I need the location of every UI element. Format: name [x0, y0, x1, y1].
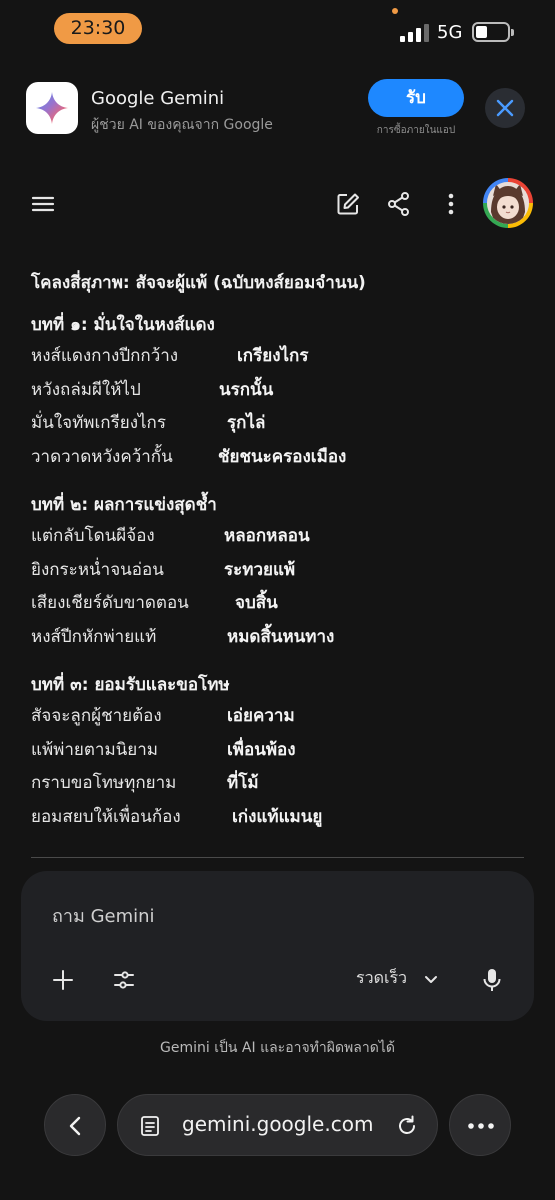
in-app-purchase-note: การซื้อภายในแอป	[376, 125, 456, 136]
app-store-banner: Google Gemini ผู้ช่วย AI ของคุณจาก Googl…	[0, 66, 555, 156]
poem-line-second: เก่งแท้แมนยู	[232, 806, 323, 827]
poem-line-first: กราบขอโทษทุกยาม	[31, 773, 177, 793]
address-bar[interactable]: gemini.google.com	[117, 1094, 438, 1156]
poem-line: หวังถล่มผีให้ไป นรกนั้น	[31, 374, 531, 408]
avatar-image	[487, 182, 529, 224]
poem-line-first: หวังถล่มผีให้ไป	[31, 379, 141, 400]
response-content: โคลงสี่สุภาพ: สัจจะผู้แพ้ (ฉบับหงส์ยอมจำ…	[31, 268, 531, 834]
poem-line: มั่นใจทัพเกรียงไกร รุกไล่	[31, 407, 531, 441]
chat-toolbar	[0, 172, 555, 234]
menu-icon[interactable]	[30, 191, 56, 217]
disclaimer: Gemini เป็น AI และอาจทำผิดพลาดได้	[160, 1040, 395, 1056]
app-name: Google Gemini	[91, 88, 225, 109]
poem-line-second: หมดสิ้นหนทาง	[227, 626, 335, 647]
poem-line-second: นรกนั้น	[219, 379, 274, 400]
poem-line-second: ที่โม้	[227, 773, 259, 793]
poem-line: วาดวาดหวังคว้ากั้น ชัยชนะครองเมือง	[31, 441, 531, 475]
poem-line: ยอมสยบให้เพื่อนก้อง เก่งแท้แมนยู	[31, 801, 531, 835]
poem-line-first: ยิงกระหน่ำจนอ่อน	[31, 559, 164, 580]
poem-line-second: เพื่อนพ้อง	[227, 739, 296, 760]
tools-icon[interactable]	[112, 968, 136, 992]
network-label: 5G	[437, 22, 463, 43]
edit-icon[interactable]	[335, 191, 361, 217]
poem-line: หงส์แดงกางปีกกว้าง เกรียงไกร	[31, 340, 531, 374]
avatar[interactable]	[483, 178, 533, 228]
poem-line-first: มั่นใจทัพเกรียงไกร	[31, 413, 166, 433]
poem-line-first: หงส์ปีกหักพ่ายแท้	[31, 626, 157, 647]
poem-line: ยิงกระหน่ำจนอ่อน ระทวยแพ้	[31, 554, 531, 588]
poem-line: แพ้พ่ายตามนิยาม เพื่อนพ้อง	[31, 734, 531, 768]
signal-icon	[400, 24, 430, 42]
app-subtitle: ผู้ช่วย AI ของคุณจาก Google	[91, 117, 273, 133]
poem-line: เสียงเชียร์ดับขาดตอน จบสิ้น	[31, 587, 531, 621]
poem-section: บทที่ ๑: มั่นใจในหงส์แดง หงส์แดงกางปีกกว…	[31, 310, 531, 474]
poem-line: หงส์ปีกหักพ่ายแท้ หมดสิ้นหนทาง	[31, 621, 531, 655]
status-time: 23:30	[54, 13, 142, 44]
poem-line-second: จบสิ้น	[235, 593, 278, 613]
poem-title: โคลงสี่สุภาพ: สัจจะผู้แพ้ (ฉบับหงส์ยอมจำ…	[31, 273, 366, 293]
poem-line-first: แต่กลับโดนผีจ้อง	[31, 526, 155, 546]
page-icon	[141, 1116, 159, 1136]
poem-line-first: เสียงเชียร์ดับขาดตอน	[31, 593, 189, 613]
close-banner-button[interactable]	[485, 88, 525, 128]
battery-icon	[472, 22, 514, 42]
poem-line-second: ระทวยแพ้	[224, 559, 296, 580]
recording-dot	[392, 8, 398, 14]
plus-icon[interactable]	[51, 968, 75, 992]
close-icon	[496, 99, 514, 117]
status-bar: 23:30 5G	[0, 0, 555, 66]
share-icon[interactable]	[386, 191, 412, 217]
poem-line: สัจจะลูกผู้ชายต้อง เอ่ยความ	[31, 700, 531, 734]
url-text: gemini.google.com	[182, 1112, 374, 1136]
back-icon	[69, 1116, 81, 1136]
back-button[interactable]	[44, 1094, 106, 1156]
poem-line-second: เอ่ยความ	[227, 706, 295, 726]
section-heading: บทที่ ๒: ผลการแข่งสุดช้ำ	[31, 495, 217, 515]
section-heading: บทที่ ๓: ยอมรับและขอโทษ	[31, 675, 230, 695]
poem-section: บทที่ ๒: ผลการแข่งสุดช้ำ แต่กลับโดนผีจ้อ…	[31, 490, 531, 654]
model-speed-selector[interactable]: รวดเร็ว	[356, 966, 407, 991]
poem-line-second: ชัยชนะครองเมือง	[218, 446, 347, 467]
poem-line-first: สัจจะลูกผู้ชายต้อง	[31, 706, 162, 726]
divider	[31, 857, 524, 858]
reload-icon[interactable]	[395, 1114, 419, 1138]
poem-line-second: เกรียงไกร	[237, 346, 309, 366]
poem-line-first: แพ้พ่ายตามนิยาม	[31, 739, 159, 760]
prompt-input[interactable]: ถาม Gemini	[52, 901, 155, 930]
mic-icon[interactable]	[481, 967, 503, 993]
gemini-app-icon	[26, 82, 78, 134]
section-heading: บทที่ ๑: มั่นใจในหงส์แดง	[31, 315, 215, 335]
poem-line-first: วาดวาดหวังคว้ากั้น	[31, 446, 173, 467]
chevron-down-icon[interactable]	[422, 971, 440, 989]
get-app-button[interactable]: รับ	[368, 79, 464, 117]
more-vert-icon[interactable]	[438, 191, 464, 217]
poem-line-first: ยอมสยบให้เพื่อนก้อง	[31, 806, 181, 827]
poem-section: บทที่ ๓: ยอมรับและขอโทษ สัจจะลูกผู้ชายต้…	[31, 670, 531, 834]
more-horiz-icon	[468, 1123, 494, 1129]
poem-line-second: รุกไล่	[227, 413, 266, 433]
more-options-button[interactable]	[449, 1094, 511, 1156]
poem-line-second: หลอกหลอน	[224, 526, 310, 546]
poem-line-first: หงส์แดงกางปีกกว้าง	[31, 346, 179, 366]
prompt-input-card: ถาม Gemini รวดเร็ว	[21, 871, 534, 1021]
poem-line: กราบขอโทษทุกยาม ที่โม้	[31, 767, 531, 801]
poem-line: แต่กลับโดนผีจ้อง หลอกหลอน	[31, 520, 531, 554]
